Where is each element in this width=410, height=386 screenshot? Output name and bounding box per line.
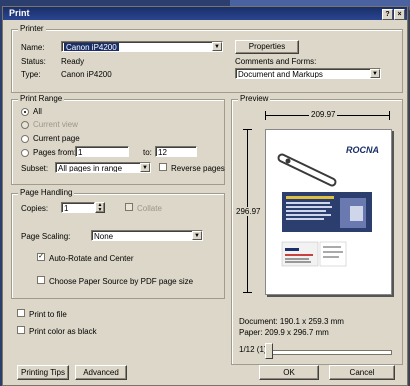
- page-preview-image: ROCNA: [277, 145, 379, 267]
- title-bar[interactable]: Print ? ×: [3, 7, 407, 20]
- width-dimension-value: 209.97: [309, 110, 338, 119]
- height-dimension-tick-bottom: [243, 292, 252, 293]
- radio-current-view: [21, 121, 29, 129]
- page-scaling-value: None: [94, 232, 114, 241]
- radio-current-page[interactable]: [21, 135, 29, 143]
- page-preview: ROCNA: [265, 129, 392, 295]
- printer-group-label: Printer: [18, 24, 46, 33]
- print-range-group-label: Print Range: [18, 94, 65, 103]
- properties-button[interactable]: Properties: [235, 40, 299, 54]
- copies-value: 1: [64, 204, 69, 213]
- comments-forms-value: Document and Markups: [238, 70, 323, 79]
- page-indicator: 1/12 (1): [239, 345, 267, 354]
- pages-from-label: Pages from:: [33, 148, 77, 157]
- collate-checkbox: [125, 203, 133, 211]
- print-to-file-label: Print to file: [29, 310, 67, 319]
- chevron-down-icon[interactable]: ▼: [212, 42, 222, 51]
- close-button[interactable]: ×: [394, 9, 405, 20]
- preview-group-label: Preview: [238, 94, 271, 103]
- printer-name-label: Name:: [21, 43, 45, 52]
- type-value: Canon iP4200: [61, 70, 112, 79]
- pages-to-label: to:: [143, 148, 152, 157]
- radio-current-view-label: Current view: [33, 120, 78, 129]
- preview-slider-track[interactable]: [268, 350, 392, 355]
- height-dimension-value: 296.97: [236, 207, 261, 216]
- collate-label: Collate: [137, 204, 162, 213]
- subset-label: Subset:: [21, 164, 49, 173]
- printing-tips-button[interactable]: Printing Tips: [17, 365, 69, 380]
- copies-input[interactable]: 1: [61, 202, 95, 213]
- page-scaling-label: Page Scaling:: [21, 232, 71, 241]
- chevron-down-icon[interactable]: ▼: [370, 69, 380, 78]
- height-dimension-tick-top: [243, 129, 252, 130]
- subset-select[interactable]: All pages in range ▼: [55, 162, 151, 173]
- auto-rotate-label: Auto-Rotate and Center: [49, 254, 134, 263]
- status-value: Ready: [61, 57, 85, 66]
- page-handling-group-label: Page Handling: [18, 188, 75, 197]
- type-label: Type:: [21, 70, 41, 79]
- print-color-black-label: Print color as black: [29, 327, 97, 336]
- choose-source-label: Choose Paper Source by PDF page size: [49, 277, 194, 286]
- paper-size: Paper: 209.9 x 296.7 mm: [239, 328, 329, 337]
- reverse-pages-label: Reverse pages: [171, 164, 225, 173]
- advanced-button[interactable]: Advanced: [75, 365, 127, 380]
- comments-forms-label: Comments and Forms:: [235, 57, 317, 66]
- printer-name-value: Canon iP4200: [64, 43, 119, 52]
- subset-value: All pages in range: [58, 164, 123, 173]
- width-dimension-tick-right: [389, 111, 390, 120]
- radio-all-label: All: [33, 107, 42, 116]
- chevron-down-icon[interactable]: ▼: [140, 163, 150, 172]
- comments-forms-select[interactable]: Document and Markups ▼: [235, 68, 381, 79]
- choose-source-checkbox[interactable]: [37, 276, 45, 284]
- auto-rotate-checkbox[interactable]: ✓: [37, 253, 45, 261]
- reverse-pages-checkbox[interactable]: [159, 163, 167, 171]
- width-dimension-tick-left: [265, 111, 266, 120]
- copies-stepper[interactable]: ▲ ▼: [95, 202, 105, 213]
- cancel-button[interactable]: Cancel: [329, 365, 395, 380]
- preview-slider-thumb[interactable]: [265, 343, 273, 359]
- window-title: Print: [9, 8, 30, 18]
- print-to-file-checkbox[interactable]: [17, 309, 25, 317]
- document-size: Document: 190.1 x 259.3 mm: [239, 317, 344, 326]
- pages-from-input[interactable]: 1: [75, 146, 129, 157]
- pages-to-input[interactable]: 12: [155, 146, 197, 157]
- help-button[interactable]: ?: [382, 9, 393, 20]
- status-label: Status:: [21, 57, 46, 66]
- chevron-down-icon[interactable]: ▼: [192, 231, 202, 240]
- radio-all[interactable]: [21, 108, 29, 116]
- printer-name-select[interactable]: Canon iP4200 ▼: [61, 41, 223, 52]
- radio-current-page-label: Current page: [33, 134, 80, 143]
- page-scaling-select[interactable]: None ▼: [91, 230, 203, 241]
- ok-button[interactable]: OK: [259, 365, 319, 380]
- print-color-black-checkbox[interactable]: [17, 326, 25, 334]
- rocna-logo-text: ROCNA: [346, 145, 379, 155]
- copies-label: Copies:: [21, 204, 49, 213]
- print-dialog: Print ? × Printer Name: Canon iP4200 ▼ P…: [2, 6, 408, 386]
- radio-pages-from[interactable]: [21, 149, 29, 157]
